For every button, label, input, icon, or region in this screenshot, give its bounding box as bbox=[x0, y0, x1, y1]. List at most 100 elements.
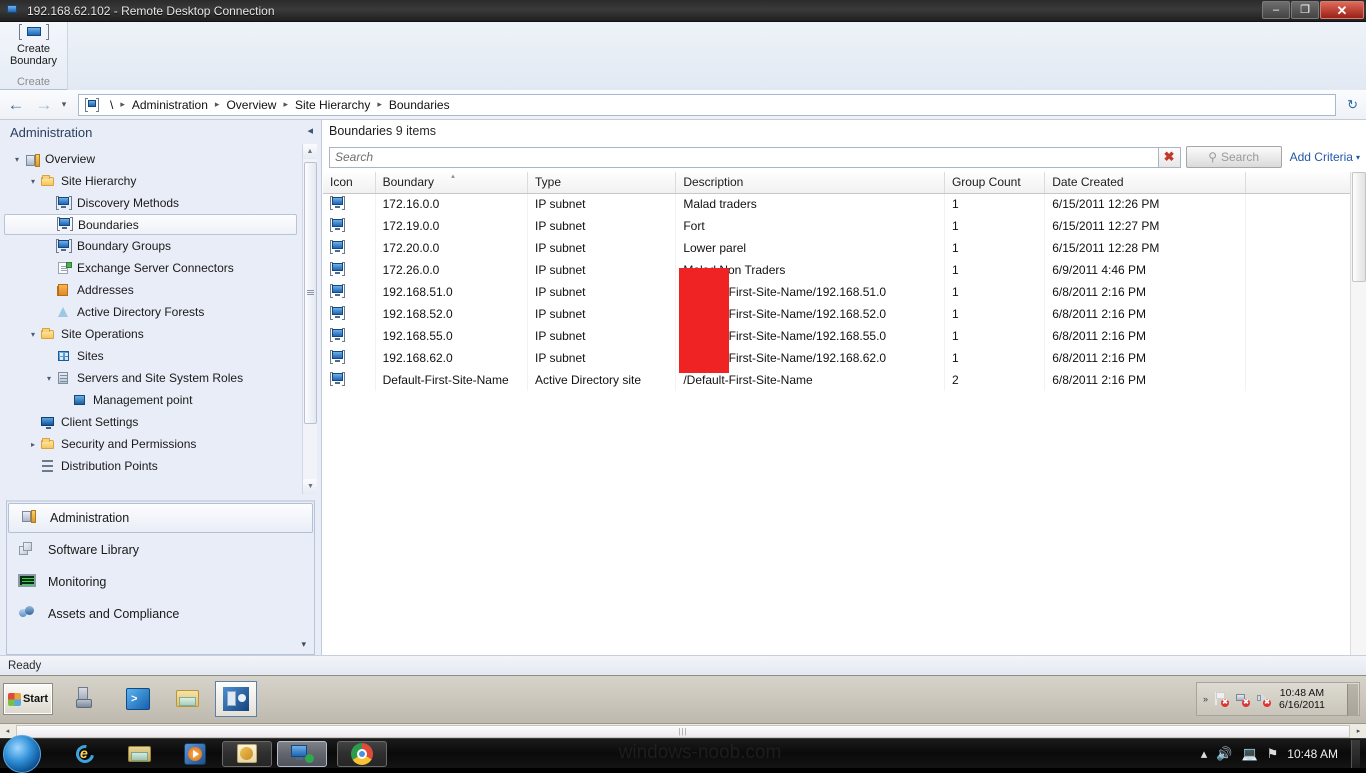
workspace-button-software-library[interactable]: Software Library bbox=[7, 534, 314, 566]
tree-item-management-point[interactable]: Management point bbox=[4, 389, 301, 411]
tree-scroll-up-icon[interactable]: ▲ bbox=[303, 144, 317, 159]
minimize-button[interactable]: – bbox=[1262, 1, 1290, 19]
cell-group_count: 1 bbox=[944, 325, 1046, 347]
row-icon-cell bbox=[323, 303, 376, 325]
column-header-type[interactable]: Type bbox=[527, 172, 677, 194]
tree-item-site-operations[interactable]: Site Operations bbox=[4, 323, 301, 345]
breadcrumb[interactable]: \ ▸ Administration ▸ Overview ▸ Site Hie… bbox=[78, 93, 1336, 116]
tray-expand-icon[interactable]: » bbox=[1203, 694, 1208, 704]
session-horizontal-scrollbar[interactable]: ◂ ||| ▸ bbox=[0, 723, 1366, 738]
flag-icon[interactable]: ⚑ bbox=[1267, 746, 1279, 762]
workspace-button-monitoring[interactable]: Monitoring bbox=[7, 566, 314, 598]
host-taskbar-item-internet-explorer[interactable]: e bbox=[60, 741, 110, 767]
tree-twisty-closed-icon[interactable] bbox=[26, 440, 40, 449]
breadcrumb-item-administration[interactable]: Administration bbox=[126, 98, 214, 112]
ribbon-group-label: Create bbox=[16, 76, 51, 88]
search-button[interactable]: ⚲ Search bbox=[1185, 146, 1282, 168]
tree-item-discovery-methods[interactable]: Discovery Methods bbox=[4, 192, 301, 214]
row-icon-cell bbox=[323, 259, 376, 281]
guest-start-button[interactable]: Start bbox=[3, 683, 53, 715]
history-dropdown-button[interactable]: ▾ bbox=[56, 93, 72, 117]
action-center-flag-icon[interactable]: ✖ bbox=[1213, 691, 1230, 707]
tree-item-active-directory-forests[interactable]: Active Directory Forests bbox=[4, 301, 301, 323]
host-show-desktop-button[interactable] bbox=[1351, 740, 1360, 768]
tree-item-security-and-permissions[interactable]: Security and Permissions bbox=[4, 433, 301, 455]
tree-item-boundary-groups[interactable]: Boundary Groups bbox=[4, 235, 301, 257]
table-row[interactable]: 172.16.0.0 IP subnet Malad traders 1 6/15/20… bbox=[323, 193, 1366, 215]
table-row[interactable]: 172.20.0.0 IP subnet Lower parel 1 6/15/2011… bbox=[323, 237, 1366, 259]
table-row[interactable]: 172.26.0.0 IP subnet Malad Non Traders 1 6/9… bbox=[323, 259, 1366, 281]
network-icon[interactable]: 💻 bbox=[1241, 746, 1257, 762]
forward-button[interactable]: → bbox=[32, 93, 56, 117]
back-button[interactable]: ← bbox=[4, 93, 28, 117]
tree-item-sites[interactable]: Sites bbox=[4, 345, 301, 367]
hscroll-right-arrow-icon[interactable]: ▸ bbox=[1351, 724, 1366, 739]
table-row[interactable]: 192.168.52.0 IP subnet/Default-First-Site… bbox=[323, 303, 1366, 325]
breadcrumb-root[interactable]: \ bbox=[104, 98, 119, 112]
search-input[interactable] bbox=[329, 146, 1159, 168]
host-taskbar-item-outlook[interactable] bbox=[222, 741, 272, 767]
tree-item-boundaries[interactable]: Boundaries bbox=[4, 214, 297, 235]
grid-scroll-thumb[interactable] bbox=[1352, 172, 1366, 282]
tray-expand-icon[interactable]: ▴ bbox=[1201, 746, 1208, 762]
tree-scroll-thumb[interactable] bbox=[304, 162, 317, 424]
column-header-boundary[interactable]: ▴ Boundary bbox=[375, 172, 528, 194]
tree-item-servers-and-site-system-roles[interactable]: Servers and Site System Roles bbox=[4, 367, 301, 389]
tree-item-distribution-points[interactable]: Distribution Points bbox=[4, 455, 301, 477]
breadcrumb-item-boundaries[interactable]: Boundaries bbox=[383, 98, 456, 112]
tree-scrollbar[interactable]: ▲ ▼ bbox=[302, 144, 317, 494]
taskbar-item-server-manager[interactable] bbox=[66, 681, 108, 717]
tree-scroll-down-icon[interactable]: ▼ bbox=[303, 479, 317, 494]
media-player-icon bbox=[184, 743, 206, 765]
collapse-pane-icon[interactable]: ◂ bbox=[307, 124, 313, 137]
table-row[interactable]: 172.19.0.0 IP subnet Fort 1 6/15/2011 12:27 … bbox=[323, 215, 1366, 237]
guest-show-desktop-button[interactable] bbox=[1347, 684, 1358, 716]
host-clock[interactable]: 10:48 AM bbox=[1287, 747, 1338, 761]
volume-icon[interactable]: 🔊 bbox=[1216, 746, 1232, 762]
breadcrumb-item-site-hierarchy[interactable]: Site Hierarchy bbox=[289, 98, 376, 112]
tree-item-site-hierarchy[interactable]: Site Hierarchy bbox=[4, 170, 301, 192]
host-taskbar-item-explorer[interactable] bbox=[115, 741, 165, 767]
table-row[interactable]: 192.168.51.0 IP subnet/Default-First-Site… bbox=[323, 281, 1366, 303]
table-row[interactable]: 192.168.62.0 IP subnet/Default-First-Site… bbox=[323, 347, 1366, 369]
tree-twisty-open-icon[interactable] bbox=[10, 155, 24, 164]
cell-group_count: 1 bbox=[944, 193, 1046, 215]
column-header-group_count[interactable]: Group Count bbox=[944, 172, 1046, 194]
host-taskbar-item-chrome[interactable] bbox=[337, 741, 387, 767]
close-button[interactable]: ✕ bbox=[1320, 1, 1364, 19]
host-taskbar-item-remote-desktop[interactable] bbox=[277, 741, 327, 767]
workspace-more-icon[interactable]: ▾ bbox=[301, 639, 306, 650]
cell-type: IP subnet bbox=[527, 303, 677, 325]
taskbar-item-configmgr-console[interactable] bbox=[215, 681, 257, 717]
grid-vertical-scrollbar[interactable] bbox=[1350, 172, 1366, 655]
tree-item-exchange-server-connectors[interactable]: Exchange Server Connectors bbox=[4, 257, 301, 279]
add-criteria-button[interactable]: Add Criteria ▾ bbox=[1290, 150, 1360, 164]
clear-search-button[interactable]: ✖ bbox=[1158, 146, 1181, 168]
tree-item-overview[interactable]: Overview bbox=[4, 148, 301, 170]
tree-twisty-open-icon[interactable] bbox=[26, 330, 40, 339]
table-row[interactable]: 192.168.55.0 IP subnet/Default-First-Site… bbox=[323, 325, 1366, 347]
tree-twisty-open-icon[interactable] bbox=[26, 177, 40, 186]
host-taskbar-item-media-player[interactable] bbox=[170, 741, 220, 767]
column-header-icon[interactable]: Icon bbox=[323, 172, 376, 194]
column-header-description[interactable]: Description bbox=[675, 172, 945, 194]
column-header-date_created[interactable]: Date Created bbox=[1044, 172, 1246, 194]
network-icon[interactable]: ✖ bbox=[1234, 691, 1251, 707]
table-row[interactable]: Default-First-Site-Name Active Directory … bbox=[323, 369, 1366, 391]
workspace-button-assets-and-compliance[interactable]: Assets and Compliance bbox=[7, 598, 314, 630]
host-start-orb-icon[interactable] bbox=[3, 735, 41, 773]
forest-icon bbox=[56, 305, 72, 320]
workspace-button-administration[interactable]: Administration bbox=[8, 503, 313, 533]
breadcrumb-item-overview[interactable]: Overview bbox=[220, 98, 282, 112]
tree-item-client-settings[interactable]: Client Settings bbox=[4, 411, 301, 433]
tree-item-addresses[interactable]: Addresses bbox=[4, 279, 301, 301]
taskbar-item-explorer[interactable] bbox=[167, 681, 209, 717]
create-boundary-button[interactable]: Create Boundary bbox=[1, 22, 67, 67]
restore-button[interactable]: ❐ bbox=[1291, 1, 1319, 19]
volume-icon[interactable]: ✖ bbox=[1255, 691, 1272, 707]
hscroll-thumb[interactable]: ||| bbox=[16, 724, 1350, 738]
guest-clock[interactable]: 10:48 AM 6/16/2011 bbox=[1279, 687, 1325, 711]
refresh-icon[interactable]: ↻ bbox=[1347, 97, 1358, 113]
tree-twisty-open-icon[interactable] bbox=[42, 374, 56, 383]
taskbar-item-powershell[interactable]: > bbox=[117, 681, 159, 717]
